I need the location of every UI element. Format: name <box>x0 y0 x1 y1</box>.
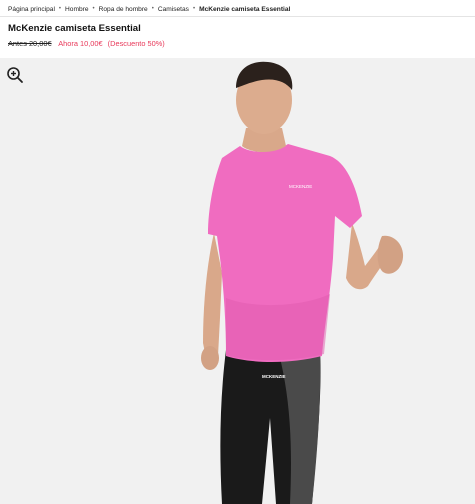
discount-label: (Descuento 50%) <box>107 39 165 48</box>
breadcrumb-separator: • <box>192 6 196 12</box>
model-hand-right <box>377 235 404 274</box>
tshirt-logo: MCKENZIE <box>289 184 312 189</box>
breadcrumb: Página principal • Hombre • Ropa de homb… <box>8 3 290 15</box>
zoom-in-icon[interactable] <box>6 66 24 84</box>
breadcrumb-men-link[interactable]: Hombre <box>65 6 88 13</box>
header-divider <box>0 16 475 17</box>
product-image[interactable]: MCKENZIE MCKENZIE <box>0 58 475 504</box>
breadcrumb-mens-clothing-link[interactable]: Ropa de hombre <box>99 6 148 13</box>
breadcrumb-current: McKenzie camiseta Essential <box>199 5 291 13</box>
breadcrumb-separator: • <box>58 6 62 12</box>
pants-logo: MCKENZIE <box>262 374 286 379</box>
model-photo: MCKENZIE MCKENZIE <box>201 61 404 504</box>
model-hand-left <box>201 346 219 370</box>
product-price: Antes 20,00€ Ahora 10,00€ (Descuento 50%… <box>8 39 165 48</box>
sale-price: Ahora 10,00€ <box>58 39 103 48</box>
old-price: Antes 20,00€ <box>8 39 52 48</box>
breadcrumb-separator: • <box>151 6 154 12</box>
breadcrumb-tshirts-link[interactable]: Camisetas <box>158 6 189 13</box>
product-title: McKenzie camiseta Essential <box>8 23 141 34</box>
breadcrumb-home-link[interactable]: Página principal <box>8 6 55 13</box>
breadcrumb-separator: • <box>92 6 95 12</box>
